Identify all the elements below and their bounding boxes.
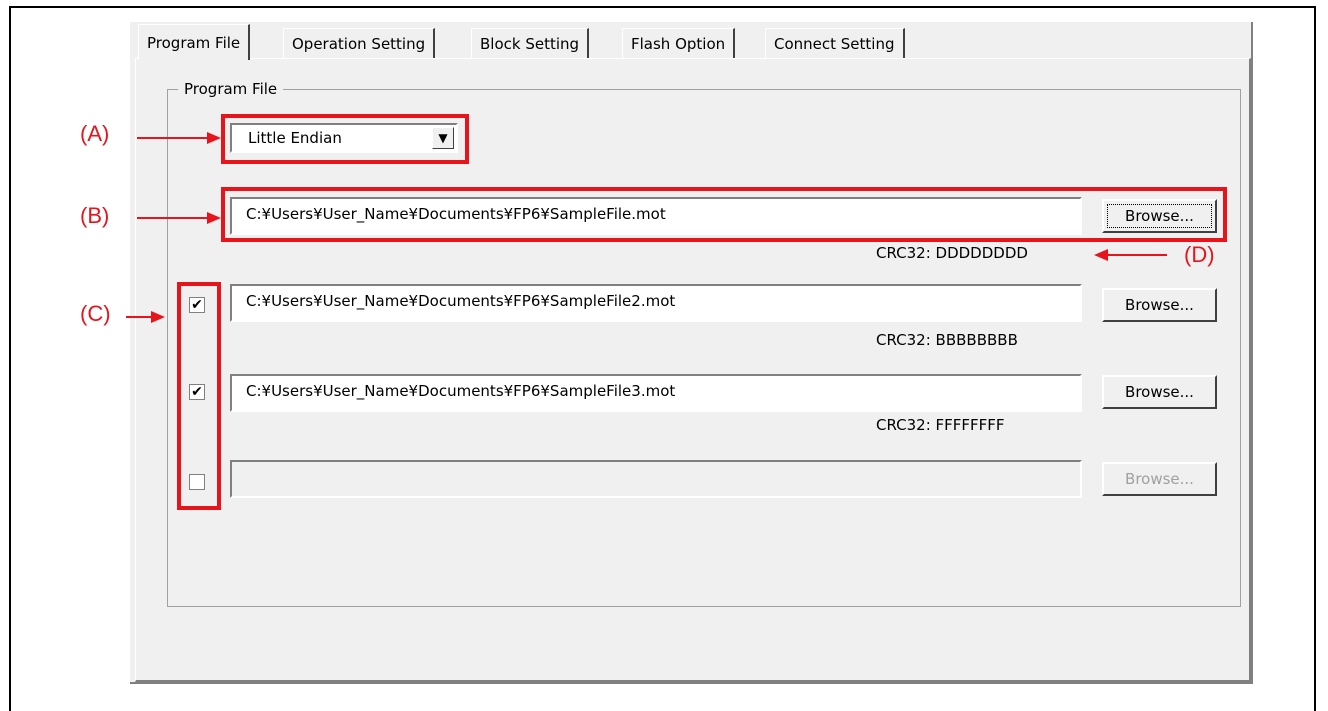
arrow-right-icon: [151, 311, 165, 323]
browse-button-4[interactable]: Browse...: [1102, 462, 1217, 496]
browse-button-label: Browse...: [1107, 204, 1212, 228]
tab-flash-option[interactable]: Flash Option: [622, 28, 736, 59]
crc-label: CRC32: DDDDDDDD: [876, 244, 1028, 262]
tab-program-file[interactable]: Program File: [138, 24, 251, 60]
browse-button[interactable]: Browse...: [1102, 199, 1217, 233]
file-4-checkbox[interactable]: [189, 474, 205, 490]
browse-button-3[interactable]: Browse...: [1102, 375, 1217, 409]
arrow-c-line: [126, 316, 152, 318]
arrow-b-line: [137, 217, 209, 219]
chevron-down-icon[interactable]: ▼: [432, 127, 454, 149]
crc-label-2: CRC32: BBBBBBBB: [876, 331, 1018, 349]
file-3-path-input[interactable]: C:¥Users¥User_Name¥Documents¥FP6¥SampleF…: [230, 374, 1082, 412]
tab-connect-setting[interactable]: Connect Setting: [765, 28, 905, 59]
endian-select[interactable]: Little Endian ▼: [230, 123, 458, 153]
tab-operation-setting[interactable]: Operation Setting: [283, 28, 436, 59]
arrow-right-icon: [207, 132, 221, 144]
program-file-groupbox: [167, 89, 1241, 607]
callout-c: (C): [80, 301, 111, 326]
arrow-left-icon: [1094, 249, 1108, 261]
callout-b: (B): [80, 203, 110, 228]
browse-button-2[interactable]: Browse...: [1102, 288, 1217, 322]
arrow-a-line: [137, 137, 209, 139]
crc-label-3: CRC32: FFFFFFFF: [876, 416, 1005, 434]
file-3-checkbox[interactable]: ✔: [189, 384, 205, 400]
file-4-path-input[interactable]: [230, 460, 1082, 498]
callout-d: (D): [1184, 242, 1215, 267]
groupbox-title: Program File: [178, 78, 284, 100]
arrow-right-icon: [207, 212, 221, 224]
file-2-checkbox[interactable]: ✔: [189, 297, 205, 313]
file-2-path-input[interactable]: C:¥Users¥User_Name¥Documents¥FP6¥SampleF…: [230, 284, 1082, 322]
arrow-d-line: [1107, 254, 1167, 256]
callout-a: (A): [80, 121, 110, 146]
tab-block-setting[interactable]: Block Setting: [471, 28, 590, 59]
endian-select-value: Little Endian: [248, 129, 342, 147]
program-file-path-input[interactable]: C:¥Users¥User_Name¥Documents¥FP6¥SampleF…: [230, 197, 1082, 235]
